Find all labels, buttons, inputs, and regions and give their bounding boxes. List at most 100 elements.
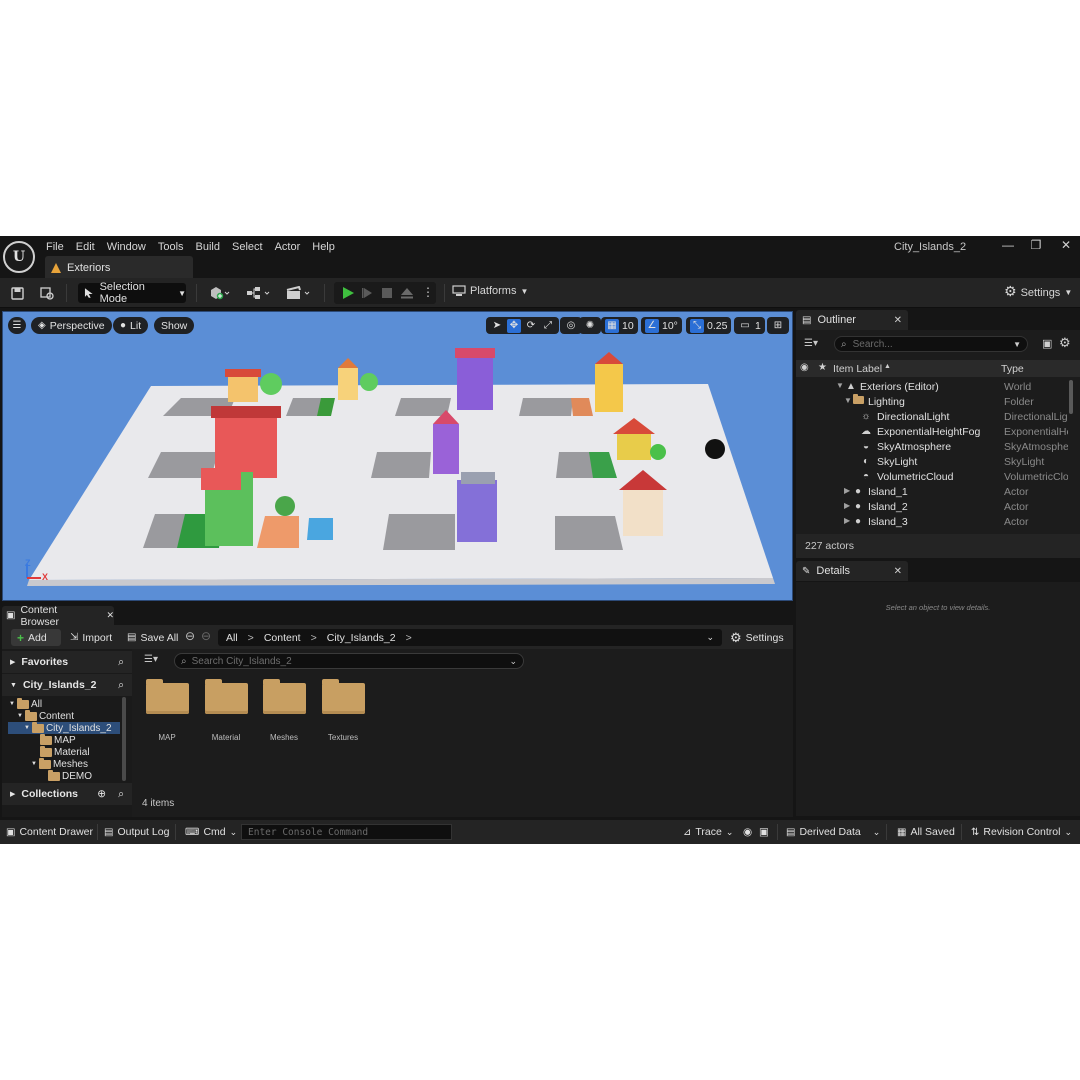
- outliner-row[interactable]: ◒ SkyAtmosphere SkyAtmosphere: [796, 440, 1068, 455]
- back-icon[interactable]: ⊖: [185, 629, 195, 643]
- perspective-dropdown[interactable]: ◈ Perspective: [31, 317, 112, 334]
- collapse-arrow-icon[interactable]: ▼: [844, 396, 852, 405]
- play-icon[interactable]: [341, 286, 355, 300]
- restore-button[interactable]: ❐: [1026, 238, 1046, 252]
- close-icon[interactable]: ✕: [894, 566, 902, 577]
- folder-tile-map[interactable]: MAP: [144, 679, 190, 742]
- breadcrumb-city-islands[interactable]: City_Islands_2: [327, 632, 396, 644]
- show-dropdown[interactable]: Show: [154, 317, 195, 334]
- item-label-column[interactable]: Item Label: [833, 363, 882, 375]
- chevron-down-icon[interactable]: ⌄: [706, 632, 714, 643]
- add-button[interactable]: + Add: [11, 629, 61, 646]
- tree-item-meshes[interactable]: ▼ Meshes: [31, 757, 88, 770]
- step-icon[interactable]: [361, 286, 375, 300]
- cinematics-icon[interactable]: [284, 284, 314, 302]
- scale-snap-control[interactable]: ⤡ 0.25: [686, 317, 732, 334]
- menu-build[interactable]: Build: [196, 239, 228, 255]
- level-viewport[interactable]: Z X ☰ ◈ Perspective ● Lit Show ➤ ✥ ⟳ ⤢ ◎…: [2, 311, 793, 601]
- expand-arrow-icon[interactable]: ▶: [844, 516, 850, 525]
- add-actor-icon[interactable]: [206, 284, 234, 302]
- outliner-settings-icon[interactable]: ⚙: [1059, 335, 1071, 351]
- menu-actor[interactable]: Actor: [275, 239, 309, 255]
- breadcrumb-separator-icon[interactable]: >: [406, 632, 412, 644]
- lit-dropdown[interactable]: ● Lit: [113, 317, 149, 334]
- translate-icon[interactable]: ✥: [507, 318, 521, 333]
- search-icon[interactable]: ⌕: [118, 679, 124, 692]
- breadcrumb-separator-icon[interactable]: >: [248, 632, 254, 644]
- outliner-row[interactable]: ▶ ● Island_2 Actor: [796, 500, 1068, 515]
- tree-item-material[interactable]: Material: [40, 745, 90, 758]
- blueprint-icon[interactable]: [244, 284, 274, 302]
- visibility-eye-icon[interactable]: ◉: [800, 362, 809, 373]
- add-folder-icon[interactable]: ▣: [1042, 337, 1052, 350]
- folder-tile-material[interactable]: Material: [203, 679, 249, 742]
- collapse-arrow-icon[interactable]: ▼: [836, 381, 844, 390]
- outliner-row[interactable]: ▶ ● Island_3 Actor: [796, 515, 1068, 530]
- outliner-row[interactable]: ◓ VolumetricCloud VolumetricCloud: [796, 470, 1068, 485]
- filter-icon[interactable]: ☰▾: [804, 338, 818, 349]
- outliner-row[interactable]: ☁ ExponentialHeightFog ExponentialHeight…: [796, 425, 1068, 440]
- type-column[interactable]: Type: [1001, 363, 1024, 375]
- forward-icon[interactable]: ⊖: [201, 629, 211, 643]
- filter-icon[interactable]: ☰▾: [144, 654, 158, 665]
- chevron-down-icon[interactable]: ⌄: [509, 656, 517, 667]
- scale-icon[interactable]: ⤢: [541, 319, 555, 333]
- record-icon[interactable]: ◉: [743, 826, 752, 838]
- project-section[interactable]: ▼ City_Islands_2 ⌕: [2, 674, 132, 696]
- level-tab[interactable]: Exteriors: [45, 256, 193, 278]
- save-all-button[interactable]: ▤ Save All: [127, 629, 178, 646]
- selection-mode-dropdown[interactable]: Selection Mode ▼: [78, 281, 186, 305]
- outliner-search-input[interactable]: ⌕ Search... ▼: [834, 336, 1028, 352]
- outliner-row[interactable]: ☼ DirectionalLight DirectionalLight: [796, 410, 1068, 425]
- close-icon[interactable]: ✕: [106, 610, 114, 621]
- content-browser-tab[interactable]: ▣ Content Browser ✕: [2, 604, 114, 628]
- breadcrumb-content[interactable]: Content: [264, 632, 301, 644]
- platforms-dropdown[interactable]: Platforms ▼: [452, 285, 528, 297]
- tree-scrollbar[interactable]: [122, 697, 126, 781]
- browse-icon[interactable]: [38, 284, 56, 302]
- save-icon[interactable]: [8, 284, 26, 302]
- search-icon[interactable]: ⌕: [118, 656, 124, 669]
- minimize-button[interactable]: —: [998, 238, 1018, 252]
- derived-data-dropdown[interactable]: ▤ Derived Data ⌄: [786, 826, 880, 838]
- outliner-row[interactable]: ◐ SkyLight SkyLight: [796, 455, 1068, 470]
- tree-item-map[interactable]: MAP: [40, 733, 76, 746]
- outliner-row[interactable]: ▼ Lighting Folder: [796, 394, 1068, 410]
- menu-edit[interactable]: Edit: [76, 239, 103, 255]
- more-options-icon[interactable]: ⋮: [422, 285, 434, 299]
- expand-arrow-icon[interactable]: ▶: [844, 486, 850, 495]
- menu-help[interactable]: Help: [312, 239, 343, 255]
- select-cursor-icon[interactable]: ➤: [490, 319, 504, 333]
- outliner-row[interactable]: ▶ ● Island_1 Actor: [796, 485, 1068, 500]
- content-drawer-button[interactable]: ▣ Content Drawer: [6, 826, 93, 838]
- eject-icon[interactable]: [400, 286, 414, 300]
- toolbar-settings-button[interactable]: ⚙ Settings ▼: [1004, 283, 1072, 300]
- revision-control-dropdown[interactable]: ⇅ Revision Control ⌄: [971, 826, 1072, 838]
- add-collection-icon[interactable]: ⊕: [97, 788, 106, 800]
- tree-item-demo[interactable]: DEMO: [48, 769, 92, 782]
- collections-section[interactable]: ▶ Collections ⊕ ⌕: [2, 783, 132, 805]
- rotation-snap-control[interactable]: ∠ 10°: [641, 317, 682, 334]
- surface-snap-toggle[interactable]: ✺: [579, 317, 601, 334]
- menu-tools[interactable]: Tools: [158, 239, 192, 255]
- menu-window[interactable]: Window: [107, 239, 154, 255]
- menu-file[interactable]: File: [46, 239, 72, 255]
- camera-speed-control[interactable]: ▭ 1: [734, 317, 765, 334]
- tree-item-all[interactable]: ▼ All: [9, 697, 42, 710]
- import-button[interactable]: ⇲ Import: [70, 629, 112, 646]
- viewport-menu-button[interactable]: ☰: [8, 317, 26, 334]
- cmd-dropdown[interactable]: ⌨ Cmd ⌄: [185, 826, 237, 838]
- close-button[interactable]: ✕: [1056, 238, 1076, 252]
- details-tab[interactable]: ✎ Details ✕: [796, 561, 908, 581]
- console-command-input[interactable]: Enter Console Command: [241, 824, 452, 840]
- stop-icon[interactable]: [381, 287, 393, 299]
- folder-tile-meshes[interactable]: Meshes: [261, 679, 307, 742]
- screenshot-icon[interactable]: ▣: [759, 826, 769, 838]
- outliner-tab[interactable]: ▤ Outliner ✕: [796, 310, 908, 330]
- content-browser-settings-button[interactable]: ⚙ Settings: [730, 629, 784, 646]
- unreal-logo-icon[interactable]: U: [3, 241, 35, 273]
- folder-tile-textures[interactable]: Textures: [320, 679, 366, 742]
- favorites-section[interactable]: ▶ Favorites ⌕: [2, 651, 132, 673]
- output-log-button[interactable]: ▤ Output Log: [104, 826, 169, 838]
- breadcrumb-separator-icon[interactable]: >: [311, 632, 317, 644]
